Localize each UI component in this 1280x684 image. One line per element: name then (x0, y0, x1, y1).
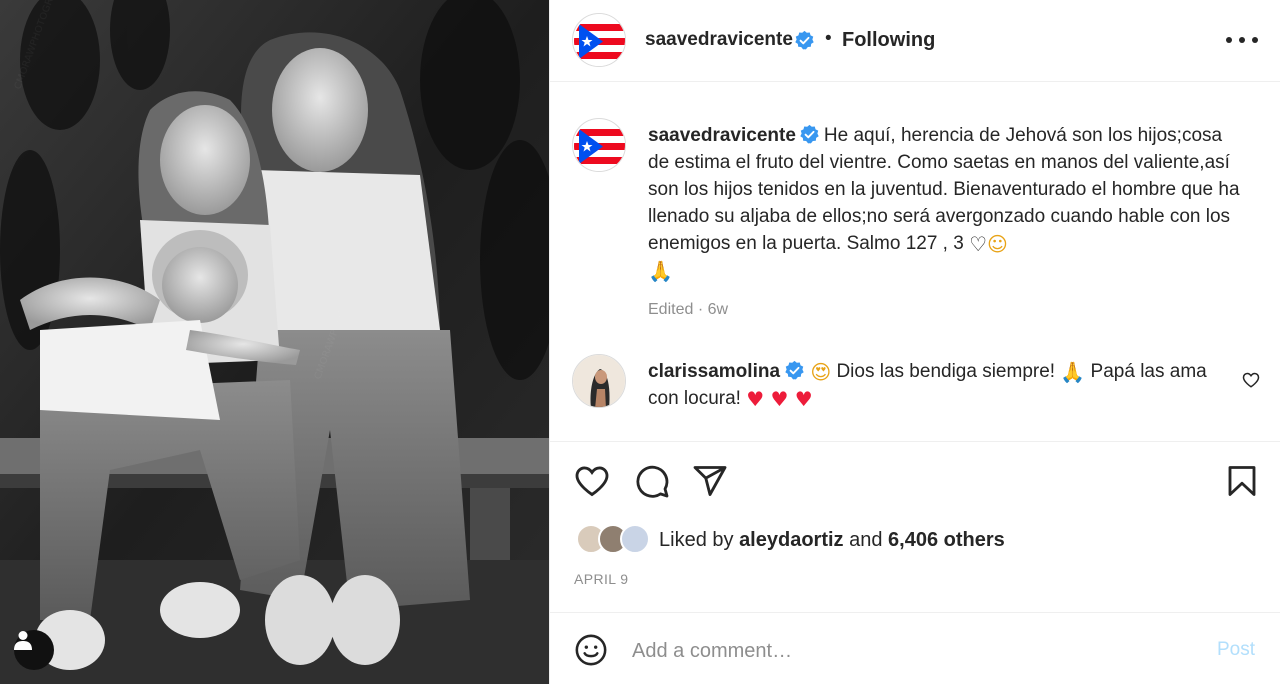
comment-emoji-pray: 🙏 (1060, 360, 1086, 384)
commenter-avatar[interactable] (572, 354, 626, 408)
puerto-rico-flag-icon (573, 14, 625, 66)
caption-author-avatar[interactable] (572, 118, 626, 172)
liked-by-username[interactable]: aleydaortiz (739, 529, 843, 551)
post-caption: saavedravicente He aquí, herencia de Jeh… (648, 122, 1248, 284)
composer-divider (550, 612, 1280, 613)
emoji-icon[interactable] (574, 633, 608, 667)
liker-avatar (620, 524, 650, 554)
likes-prefix: Liked by (659, 529, 734, 551)
likes-joiner: and (849, 529, 883, 551)
caption-author-username[interactable]: saavedravicente (648, 125, 796, 146)
verified-badge-icon (795, 30, 814, 50)
user-tag-icon (14, 631, 32, 650)
verified-badge-icon (785, 360, 804, 380)
actions-divider (550, 441, 1280, 442)
post-image: CMORAWPHOTOGRAPHY CMORAWPHOTO (0, 0, 549, 684)
caption-emoji-heart: ♡ (969, 232, 988, 256)
post-date[interactable]: APRIL 9 (574, 571, 628, 587)
comment-emoji-heart-eyes: 😍 (810, 360, 832, 384)
caption-emoji-pray: 🙏 (648, 259, 673, 283)
commenter-username[interactable]: clarissamolina (648, 361, 780, 382)
author-avatar[interactable] (572, 13, 626, 67)
likes-others-count[interactable]: 6,406 others (888, 529, 1005, 551)
post-details-panel: saavedravicente • Following saavedravice… (549, 0, 1280, 684)
comment: clarissamolina 😍 Dios las bendiga siempr… (648, 358, 1208, 412)
share-icon[interactable] (692, 463, 728, 499)
following-button[interactable]: Following (842, 29, 935, 52)
post-comment-button[interactable]: Post (1217, 639, 1255, 661)
caption-meta: Edited · 6w (648, 301, 729, 318)
likes-summary: Liked by aleydaortiz and 6,406 others (659, 529, 1005, 552)
verified-badge-icon (800, 124, 819, 144)
post-photo[interactable]: CMORAWPHOTOGRAPHY CMORAWPHOTO (0, 0, 549, 684)
comment-emoji-hearts: ♥ ♥ ♥ (746, 387, 813, 411)
post-header: saavedravicente • Following (550, 0, 1280, 82)
header-separator: • (825, 28, 832, 49)
user-tag-button[interactable] (14, 630, 54, 670)
heart-outline-icon[interactable] (574, 463, 610, 499)
comment-like-heart-icon[interactable] (1242, 371, 1260, 389)
commenter-photo (573, 355, 625, 407)
caption-emoji-smile: ☺ (987, 232, 1008, 256)
author-username[interactable]: saavedravicente (645, 29, 793, 51)
liked-by-avatars[interactable] (576, 524, 656, 554)
comment-icon[interactable] (634, 463, 670, 499)
more-options-icon[interactable] (1226, 28, 1258, 52)
add-comment-input[interactable] (632, 634, 1192, 668)
comment-text-part1: Dios las bendiga siempre! (836, 361, 1056, 382)
puerto-rico-flag-icon (574, 120, 625, 171)
bookmark-icon[interactable] (1224, 463, 1260, 499)
